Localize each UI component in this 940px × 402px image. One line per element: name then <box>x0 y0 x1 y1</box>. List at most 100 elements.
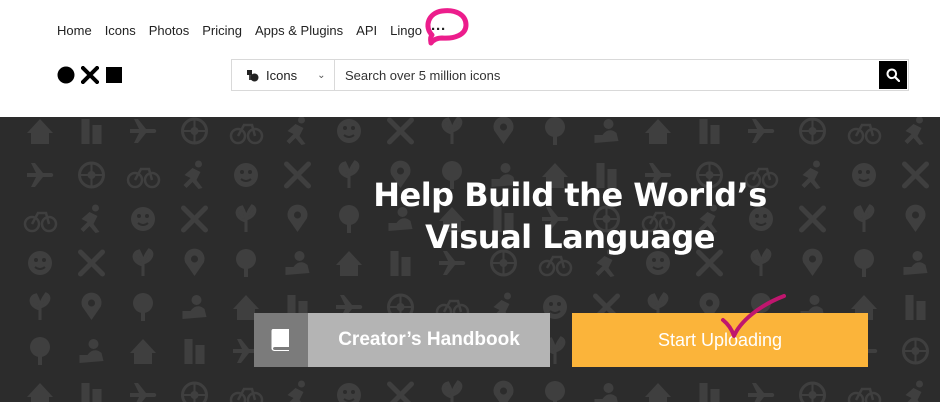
pattern-icon <box>902 337 929 365</box>
pattern-icon <box>905 204 926 232</box>
chevron-down-icon: ⌄ <box>317 69 326 81</box>
pattern-icon <box>126 167 161 189</box>
pattern-icon <box>79 339 104 363</box>
pattern-icon <box>286 380 306 402</box>
nav-apps-plugins[interactable]: Apps & Plugins <box>255 22 343 40</box>
pattern-icon <box>229 123 264 145</box>
pattern-icon <box>130 119 157 143</box>
hero-title: Help Build the World’s Visual Language <box>329 174 811 258</box>
nav-photos[interactable]: Photos <box>149 22 189 40</box>
pattern-icon <box>30 337 50 365</box>
pattern-icon <box>29 292 51 322</box>
pattern-icon <box>81 252 103 274</box>
pattern-icon <box>287 204 308 232</box>
pattern-icon <box>847 387 882 402</box>
pattern-icon <box>181 117 208 145</box>
pattern-icon <box>27 383 53 402</box>
pattern-icon <box>130 206 156 232</box>
pattern-icon <box>130 339 156 364</box>
pattern-icon <box>748 383 775 402</box>
pattern-icon <box>545 381 565 402</box>
pattern-icon <box>904 380 924 402</box>
pattern-icon <box>27 119 53 144</box>
pattern-icon <box>133 293 153 321</box>
pattern-icon <box>441 117 463 146</box>
nav-icons[interactable]: Icons <box>105 22 136 40</box>
search-button[interactable] <box>879 61 907 89</box>
pattern-icon <box>81 119 102 144</box>
search-type-label: Icons <box>266 67 298 83</box>
pattern-icon <box>81 292 102 320</box>
top-nav: Home Icons Photos Pricing Apps & Plugins… <box>57 8 469 46</box>
pattern-icon <box>699 119 720 144</box>
pattern-icon <box>184 248 205 276</box>
pattern-icon <box>851 162 877 188</box>
pattern-icon <box>183 160 203 189</box>
pattern-icon <box>182 295 207 319</box>
pattern-icon <box>905 164 927 186</box>
handbook-icon-box <box>254 313 308 367</box>
pattern-icon <box>903 251 928 275</box>
creators-handbook-button[interactable]: Creator’s Handbook <box>254 313 550 367</box>
nav-lingo[interactable]: Lingo <box>390 22 422 40</box>
pattern-icon <box>229 387 264 402</box>
pattern-icon <box>799 117 826 145</box>
pattern-icon <box>23 211 58 233</box>
pattern-icon <box>181 381 208 402</box>
pattern-icon <box>493 117 514 144</box>
pattern-icon <box>184 339 205 364</box>
pattern-icon <box>645 119 671 144</box>
pattern-icon <box>493 380 514 402</box>
magnifier-icon <box>886 68 900 82</box>
noun-project-logo[interactable] <box>57 66 123 84</box>
more-dots-icon: ··· <box>430 21 446 38</box>
logo-square-icon <box>106 67 122 83</box>
start-uploading-label: Start Uploading <box>657 329 783 350</box>
pattern-icon <box>799 381 826 402</box>
pattern-icon <box>594 119 619 143</box>
pattern-icon <box>441 380 463 402</box>
nav-pricing[interactable]: Pricing <box>202 22 242 40</box>
hero-title-line-2: Visual Language <box>425 218 715 256</box>
pattern-icon <box>748 119 775 143</box>
pattern-icon <box>545 117 565 145</box>
pattern-icon <box>27 163 54 187</box>
logo-x-icon <box>81 66 99 84</box>
pattern-icon <box>236 249 256 277</box>
logo-circle-icon <box>57 66 75 84</box>
annotation-circle <box>425 8 469 46</box>
pattern-icon <box>235 204 257 234</box>
pattern-icon <box>854 249 874 277</box>
pattern-icon <box>847 123 882 145</box>
pattern-icon <box>853 204 875 234</box>
pattern-icon <box>80 204 100 233</box>
search-type-dropdown[interactable]: Icons ⌄ <box>232 60 335 90</box>
pattern-icon <box>81 383 102 402</box>
book-icon <box>271 329 289 351</box>
nav-home[interactable]: Home <box>57 22 92 40</box>
pattern-icon <box>336 118 362 144</box>
pattern-icon <box>27 250 53 276</box>
pattern-icon <box>390 120 412 142</box>
pattern-icon <box>132 248 154 278</box>
pattern-icon <box>287 164 309 186</box>
hero-section: Help Build the World’s Visual Language C… <box>0 117 940 402</box>
creators-handbook-label: Creator’s Handbook <box>338 329 520 350</box>
pattern-icon <box>286 117 306 145</box>
pattern-icon <box>538 255 573 277</box>
pattern-icon <box>233 162 259 188</box>
pattern-icon <box>904 117 924 145</box>
pattern-icon <box>285 251 310 275</box>
start-uploading-button[interactable]: Start Uploading <box>572 313 868 367</box>
pattern-icon <box>130 383 157 402</box>
pattern-icon <box>645 383 671 402</box>
nav-more-button[interactable]: ··· <box>424 8 469 46</box>
pattern-icon <box>390 384 412 402</box>
search-bar: Icons ⌄ <box>231 59 909 91</box>
hero-title-line-1: Help Build the World’s <box>373 176 767 214</box>
icons-category-icon <box>247 69 259 81</box>
nav-api[interactable]: API <box>356 22 377 40</box>
pattern-icon <box>336 382 362 402</box>
search-input[interactable] <box>335 60 878 90</box>
pattern-icon <box>184 208 206 230</box>
